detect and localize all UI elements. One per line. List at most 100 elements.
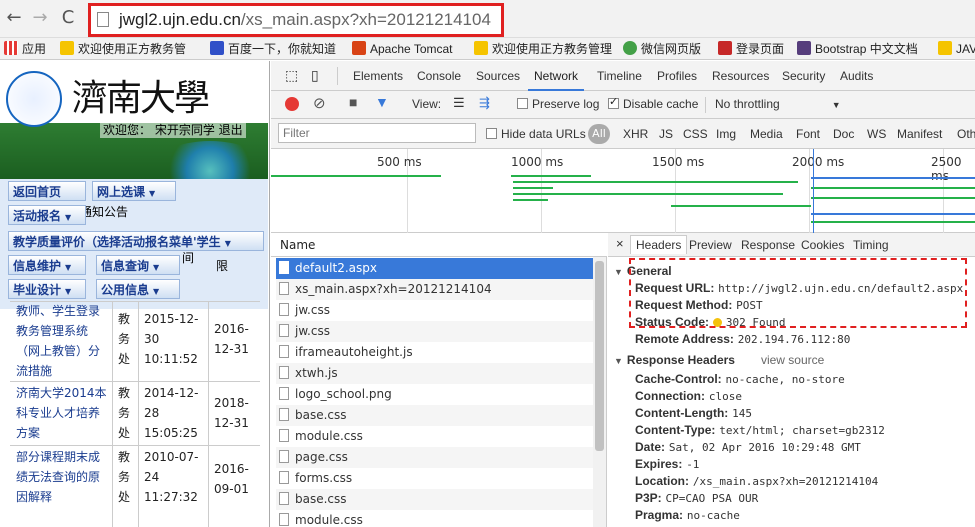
header-value: /xs_main.aspx?xh=20121214104 bbox=[692, 475, 879, 488]
tab-preview[interactable]: Preview bbox=[689, 238, 732, 252]
filter-type-doc[interactable]: Doc bbox=[833, 127, 854, 141]
clear-icon[interactable]: ⊘ bbox=[313, 94, 326, 112]
reload-icon[interactable]: C bbox=[58, 8, 78, 28]
request-row[interactable]: page.css bbox=[276, 447, 594, 468]
list-view-icon[interactable]: ☰ bbox=[453, 95, 465, 111]
tab-security[interactable]: Security bbox=[782, 69, 825, 83]
close-icon[interactable]: × bbox=[616, 236, 624, 251]
filter-icon[interactable]: ▼ bbox=[375, 94, 389, 110]
request-row[interactable]: default2.aspx bbox=[276, 258, 594, 279]
tab-network[interactable]: Network bbox=[527, 69, 585, 91]
separator bbox=[705, 97, 706, 113]
bookmark-item[interactable]: 微信网页版 bbox=[623, 40, 701, 58]
disable-cache-checkbox[interactable]: Disable cache bbox=[608, 95, 699, 111]
tab-cookies[interactable]: Cookies bbox=[801, 238, 844, 252]
forward-icon[interactable]: → bbox=[30, 8, 50, 28]
request-row[interactable]: forms.css bbox=[276, 468, 594, 489]
checkbox-label: Disable cache bbox=[623, 97, 699, 111]
tab-timing[interactable]: Timing bbox=[853, 238, 889, 252]
tab-sources[interactable]: Sources bbox=[476, 69, 520, 83]
response-header-row: Date: Sat, 02 Apr 2016 10:29:48 GMT bbox=[635, 439, 861, 456]
notice-title-link[interactable]: 部分课程期末成绩无法查询的原因解释 bbox=[16, 447, 108, 507]
tab-profiles[interactable]: Profiles bbox=[657, 69, 697, 83]
preserve-log-checkbox[interactable]: Preserve log bbox=[517, 97, 599, 111]
devtools-panel: ⬚ ▯ Elements Console Sources Network Tim… bbox=[271, 61, 975, 527]
header-value: 202.194.76.112:80 bbox=[737, 333, 851, 346]
request-row[interactable]: module.css bbox=[276, 426, 594, 447]
filter-type-other[interactable]: Oth bbox=[957, 127, 975, 141]
request-row[interactable]: logo_school.png bbox=[276, 384, 594, 405]
bookmark-label: Bootstrap 中文文档 bbox=[815, 42, 918, 56]
scrollbar-thumb[interactable] bbox=[595, 261, 604, 451]
tab-elements[interactable]: Elements bbox=[353, 69, 403, 83]
bookmark-item[interactable]: 欢迎使用正方教务管理 bbox=[474, 40, 612, 58]
request-row[interactable]: xs_main.aspx?xh=20121214104 bbox=[276, 279, 594, 300]
notice-title-link[interactable]: 教师、学生登录教务管理系统（网上教管）分流措施 bbox=[16, 301, 108, 381]
network-overview: 500 ms 1000 ms 1500 ms 2000 ms 2500 ms bbox=[271, 149, 975, 233]
filter-type-js[interactable]: JS bbox=[659, 127, 673, 141]
tab-headers[interactable]: Headers bbox=[630, 235, 688, 254]
tab-timeline[interactable]: Timeline bbox=[597, 69, 642, 83]
menu-teaching-eval[interactable]: 教学质量评价（选择活动报名菜单'学生 ▼ bbox=[8, 231, 264, 251]
timeline-bar bbox=[811, 213, 975, 215]
tab-console[interactable]: Console bbox=[417, 69, 461, 83]
request-row[interactable]: module.css bbox=[276, 510, 594, 527]
menu-public-info[interactable]: 公用信息 ▼ bbox=[96, 279, 180, 299]
menu-online-select[interactable]: 网上选课 ▼ bbox=[92, 181, 176, 201]
hide-data-urls-checkbox[interactable]: Hide data URLs bbox=[486, 127, 586, 141]
bookmark-item[interactable]: JAV bbox=[938, 40, 975, 58]
request-row[interactable]: base.css bbox=[276, 405, 594, 426]
filter-type-ws[interactable]: WS bbox=[867, 127, 886, 141]
filter-type-font[interactable]: Font bbox=[796, 127, 820, 141]
document-icon bbox=[279, 450, 289, 463]
request-row[interactable]: base.css bbox=[276, 489, 594, 510]
filter-type-manifest[interactable]: Manifest bbox=[897, 127, 942, 141]
header-value: no-cache bbox=[686, 509, 740, 522]
document-icon bbox=[279, 345, 289, 358]
menu-graduation[interactable]: 毕业设计 ▼ bbox=[8, 279, 86, 299]
notice-date: 2015-12-30 10:11:52 bbox=[144, 312, 199, 366]
request-row[interactable]: iframeautoheight.js bbox=[276, 342, 594, 363]
waterfall-view-icon[interactable]: ⇶ bbox=[479, 95, 490, 111]
address-bar[interactable]: jwgl2.ujn.edu.cn/xs_main.aspx?xh=2012121… bbox=[88, 3, 504, 37]
bookmark-apps[interactable]: 应用 bbox=[4, 40, 46, 58]
request-row[interactable]: jw.css bbox=[276, 321, 594, 342]
menu-info-maint[interactable]: 信息维护 ▼ bbox=[8, 255, 86, 275]
tab-response[interactable]: Response bbox=[741, 238, 795, 252]
bookmark-item[interactable]: 欢迎使用正方教务管 bbox=[60, 40, 186, 58]
menu-activity-signup[interactable]: 活动报名 ▼ bbox=[8, 205, 86, 225]
menu-info-query[interactable]: 信息查询 ▼ bbox=[96, 255, 180, 275]
inspect-icon[interactable]: ⬚ bbox=[285, 67, 298, 84]
request-name: module.css bbox=[295, 513, 363, 527]
filter-type-xhr[interactable]: XHR bbox=[623, 127, 648, 141]
header-value: 145 bbox=[732, 407, 753, 420]
tab-resources[interactable]: Resources bbox=[712, 69, 769, 83]
filter-type-css[interactable]: CSS bbox=[683, 127, 708, 141]
back-icon[interactable]: ← bbox=[4, 8, 24, 28]
dom-loaded-marker bbox=[813, 149, 814, 233]
checkbox-icon bbox=[517, 98, 528, 109]
bookmark-item[interactable]: 百度一下，你就知道 bbox=[210, 40, 336, 58]
request-row[interactable]: jw.css bbox=[276, 300, 594, 321]
request-name: logo_school.png bbox=[295, 387, 392, 401]
bookmark-item[interactable]: Bootstrap 中文文档 bbox=[797, 40, 918, 58]
bookmark-item[interactable]: Apache Tomcat bbox=[352, 40, 453, 58]
filter-input[interactable] bbox=[278, 123, 476, 143]
camera-icon[interactable]: ■ bbox=[349, 94, 357, 110]
notice-date: 2010-07-24 11:27:32 bbox=[144, 450, 199, 504]
bookmark-item[interactable]: 登录页面 bbox=[718, 40, 784, 58]
filter-type-img[interactable]: Img bbox=[716, 127, 736, 141]
filter-type-all[interactable]: All bbox=[588, 124, 610, 144]
name-column-header[interactable]: Name bbox=[280, 238, 315, 252]
notice-dept: 教务处 bbox=[118, 450, 131, 504]
filter-type-media[interactable]: Media bbox=[750, 127, 783, 141]
throttling-select[interactable]: No throttling ▼ bbox=[715, 97, 841, 111]
record-icon[interactable] bbox=[285, 97, 299, 111]
response-headers-toggle[interactable]: ▼ Response Headers view source bbox=[614, 353, 824, 367]
notice-title-link[interactable]: 济南大学2014本科专业人才培养方案 bbox=[16, 383, 108, 443]
request-row[interactable]: xtwh.js bbox=[276, 363, 594, 384]
view-source-link[interactable]: view source bbox=[761, 353, 824, 367]
menu-return-home[interactable]: 返回首页 bbox=[8, 181, 86, 201]
device-mode-icon[interactable]: ▯ bbox=[311, 67, 319, 84]
tab-audits[interactable]: Audits bbox=[840, 69, 873, 83]
